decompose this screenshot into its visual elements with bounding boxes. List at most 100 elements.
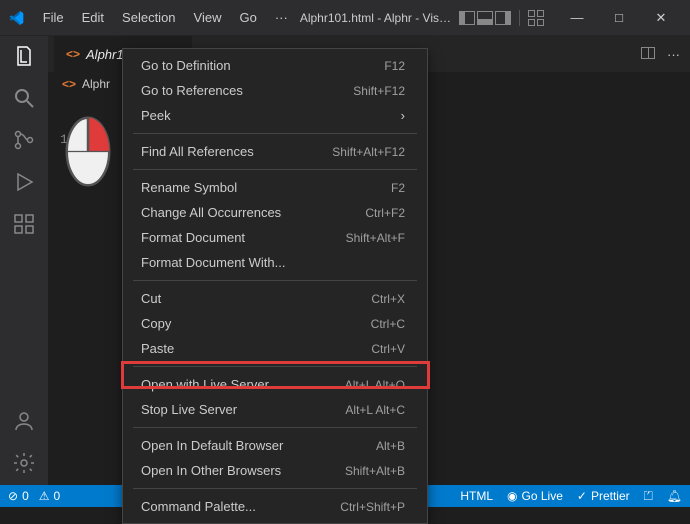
menu-item-label: Open In Default Browser [141, 438, 376, 453]
menu-separator [133, 169, 417, 170]
menu-separator [133, 366, 417, 367]
title-center: Alphr101.html - Alphr - Vis… [300, 10, 544, 26]
menu-item-find-all-references[interactable]: Find All ReferencesShift+Alt+F12 [123, 139, 427, 164]
vscode-logo-icon [8, 9, 25, 27]
status-golive[interactable]: ◉ Go Live [507, 489, 563, 503]
menu-item-copy[interactable]: CopyCtrl+C [123, 311, 427, 336]
menu-view[interactable]: View [186, 6, 230, 29]
layout-controls [459, 10, 544, 26]
golive-label: Go Live [522, 489, 563, 503]
panel-bottom-icon[interactable] [477, 11, 493, 25]
tab-actions: ··· [641, 47, 690, 62]
menu-separator [133, 427, 417, 428]
error-count: 0 [22, 489, 29, 503]
menu-separator [133, 488, 417, 489]
menu-item-shortcut: Ctrl+C [371, 317, 405, 331]
menu-item-shortcut: Alt+B [376, 439, 405, 453]
window-controls: — □ ✕ [556, 3, 682, 33]
menu-item-go-to-definition[interactable]: Go to DefinitionF12 [123, 53, 427, 78]
search-icon[interactable] [12, 86, 36, 110]
account-icon[interactable] [12, 409, 36, 433]
menu-more[interactable]: ··· [267, 6, 296, 29]
menu-item-rename-symbol[interactable]: Rename SymbolF2 [123, 175, 427, 200]
status-warnings[interactable]: ⚠ 0 [39, 489, 60, 503]
menu-item-label: Rename Symbol [141, 180, 391, 195]
menu-item-cut[interactable]: CutCtrl+X [123, 286, 427, 311]
menu-item-shortcut: Alt+L Alt+C [345, 403, 405, 417]
menu-item-format-document-with[interactable]: Format Document With... [123, 250, 427, 275]
menu-file[interactable]: File [35, 6, 72, 29]
menu-item-shortcut: Shift+Alt+F [346, 231, 405, 245]
menu-item-label: Format Document [141, 230, 346, 245]
split-editor-icon[interactable] [641, 47, 655, 59]
menu-item-shortcut: Alt+L Alt+O [345, 378, 405, 392]
menu-item-stop-live-server[interactable]: Stop Live ServerAlt+L Alt+C [123, 397, 427, 422]
run-debug-icon[interactable] [12, 170, 36, 194]
menu-item-shortcut: F12 [384, 59, 405, 73]
check-icon: ✓ [577, 489, 587, 503]
activity-bar [0, 36, 48, 485]
menu-item-shortcut: Shift+Alt+B [345, 464, 405, 478]
menu-item-label: Format Document With... [141, 255, 405, 270]
menu-item-label: Open with Live Server [141, 377, 345, 392]
minimize-button[interactable]: — [556, 3, 598, 33]
mouse-right-click-icon [63, 114, 113, 189]
html-file-icon: <> [62, 77, 76, 91]
status-bell[interactable]: 🔔︎ [667, 489, 682, 503]
menu-item-peek[interactable]: Peek› [123, 103, 427, 128]
menu-separator [133, 133, 417, 134]
menu-item-go-to-references[interactable]: Go to ReferencesShift+F12 [123, 78, 427, 103]
status-errors[interactable]: ⊘ 0 [8, 489, 29, 503]
broadcast-icon: ◉ [507, 489, 517, 503]
status-prettier[interactable]: ✓ Prettier [577, 489, 630, 503]
menu-item-label: Peek [141, 108, 401, 123]
menu-item-label: Stop Live Server [141, 402, 345, 417]
menu-item-label: Go to Definition [141, 58, 384, 73]
menu-item-format-document[interactable]: Format DocumentShift+Alt+F [123, 225, 427, 250]
menu-item-shortcut: Ctrl+F2 [365, 206, 405, 220]
menu-item-shortcut: Ctrl+V [371, 342, 405, 356]
menu-item-shortcut: Shift+F12 [353, 84, 405, 98]
panel-right-icon[interactable] [495, 11, 511, 25]
menu-item-label: Find All References [141, 144, 332, 159]
status-language[interactable]: HTML [460, 489, 493, 503]
menu-item-shortcut: Shift+Alt+F12 [332, 145, 405, 159]
explorer-icon[interactable] [12, 44, 36, 68]
close-button[interactable]: ✕ [640, 3, 682, 33]
menu-item-shortcut: F2 [391, 181, 405, 195]
menu-item-paste[interactable]: PasteCtrl+V [123, 336, 427, 361]
settings-gear-icon[interactable] [12, 451, 36, 475]
menu-item-open-with-live-server[interactable]: Open with Live ServerAlt+L Alt+O [123, 372, 427, 397]
prettier-label: Prettier [591, 489, 630, 503]
warning-icon: ⚠ [39, 489, 50, 503]
extensions-icon[interactable] [12, 212, 36, 236]
menubar: File Edit Selection View Go ··· [35, 6, 296, 29]
menu-item-label: Copy [141, 316, 371, 331]
menu-edit[interactable]: Edit [74, 6, 112, 29]
menu-item-label: Change All Occurrences [141, 205, 365, 220]
html-file-icon: <> [66, 47, 80, 61]
titlebar: File Edit Selection View Go ··· Alphr101… [0, 0, 690, 36]
status-feedback[interactable]: ⏍ [644, 489, 653, 504]
breadcrumb-label: Alphr [82, 77, 110, 91]
menu-item-open-in-default-browser[interactable]: Open In Default BrowserAlt+B [123, 433, 427, 458]
maximize-button[interactable]: □ [598, 3, 640, 33]
layout-grid-icon[interactable] [528, 10, 544, 26]
menu-item-label: Cut [141, 291, 371, 306]
menu-item-open-in-other-browsers[interactable]: Open In Other BrowsersShift+Alt+B [123, 458, 427, 483]
window-title: Alphr101.html - Alphr - Vis… [300, 11, 451, 25]
menu-selection[interactable]: Selection [114, 6, 183, 29]
menu-item-label: Paste [141, 341, 371, 356]
menu-item-shortcut: Ctrl+X [371, 292, 405, 306]
more-actions-icon[interactable]: ··· [667, 47, 680, 62]
menu-item-change-all-occurrences[interactable]: Change All OccurrencesCtrl+F2 [123, 200, 427, 225]
menu-item-label: Go to References [141, 83, 353, 98]
context-menu: Go to DefinitionF12Go to ReferencesShift… [122, 48, 428, 524]
divider [519, 10, 520, 26]
menu-separator [133, 280, 417, 281]
panel-left-icon[interactable] [459, 11, 475, 25]
bell-icon: 🔔︎ [667, 489, 682, 503]
menu-go[interactable]: Go [231, 6, 264, 29]
feedback-icon: ⏍ [644, 489, 653, 504]
source-control-icon[interactable] [12, 128, 36, 152]
